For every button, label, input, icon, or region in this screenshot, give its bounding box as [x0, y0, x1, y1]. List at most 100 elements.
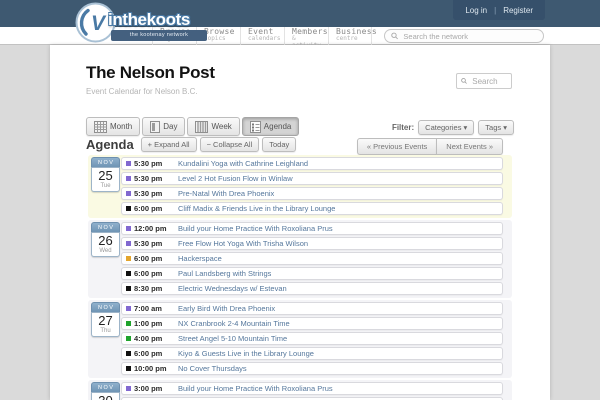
svg-text:V: V: [91, 12, 107, 35]
auth-panel: Log in | Register: [453, 0, 545, 20]
tab-label: Day: [163, 122, 177, 131]
network-search-box: [384, 29, 544, 43]
event-time: 1:00 pm: [134, 319, 168, 328]
event-time: 4:00 pm: [134, 334, 168, 343]
tab-label: Week: [211, 122, 231, 131]
event-title-link[interactable]: Electric Wednesdays w/ Estevan: [178, 284, 287, 293]
date-box[interactable]: NOV 26 Wed: [91, 222, 120, 257]
event-row[interactable]: 6:00 pm Hackerspace: [121, 252, 503, 265]
collapse-all-button[interactable]: − Collapse All: [200, 137, 260, 152]
nav-item-label: Members: [292, 28, 328, 36]
event-row[interactable]: 4:00 pm Street Angel 5-10 Mountain Time: [121, 332, 503, 345]
event-title-link[interactable]: Street Angel 5-10 Mountain Time: [178, 334, 287, 343]
event-title-link[interactable]: Pre-Natal With Drea Phoenix: [178, 189, 274, 198]
page: Log in | Register Browse regions Browse …: [0, 0, 600, 400]
date-box[interactable]: NOV 30 Sun: [91, 382, 120, 400]
date-month: NOV: [91, 382, 120, 392]
nav-item-event-calendars[interactable]: Event calendars: [240, 27, 284, 45]
tab-month[interactable]: Month: [86, 117, 140, 136]
event-title-link[interactable]: Hackerspace: [178, 254, 222, 263]
event-row[interactable]: 8:30 pm Electric Wednesdays w/ Estevan: [121, 282, 503, 295]
date-body: 26 Wed: [91, 232, 120, 257]
event-time: 7:00 am: [134, 304, 168, 313]
event-title-link[interactable]: Level 2 Hot Fusion Flow in Winlaw: [178, 174, 293, 183]
tab-week[interactable]: Week: [187, 117, 239, 136]
event-title-link[interactable]: Build your Home Practice With Roxoliana …: [178, 224, 333, 233]
date-number: 27: [92, 313, 119, 328]
event-row[interactable]: 10:00 pm No Cover Thursdays: [121, 362, 503, 375]
category-color-icon: [126, 336, 131, 341]
page-subtitle: Event Calendar for Nelson B.C.: [86, 87, 198, 96]
date-month: NOV: [91, 157, 120, 167]
site-logo[interactable]: V inthekoots the kootenay network: [75, 2, 209, 46]
event-time: 5:30 pm: [134, 189, 168, 198]
category-color-icon: [126, 351, 131, 356]
event-title-link[interactable]: Build your Home Practice With Roxoliana …: [178, 384, 333, 393]
content-column: The Nelson Post Event Calendar for Nelso…: [50, 45, 550, 400]
calendar-search-input[interactable]: [470, 76, 507, 87]
date-number: 26: [92, 233, 119, 248]
event-time: 5:30 pm: [134, 239, 168, 248]
register-link[interactable]: Register: [503, 6, 533, 15]
auth-divider: |: [494, 6, 496, 15]
event-row[interactable]: 3:00 pm Build your Home Practice With Ro…: [121, 382, 503, 395]
search-icon: [391, 32, 398, 40]
event-title-link[interactable]: Paul Landsberg with Strings: [178, 269, 271, 278]
categories-dropdown-button[interactable]: Categories ▾: [418, 120, 474, 135]
event-row[interactable]: 6:00 pm Kiyo & Guests Live in the Librar…: [121, 347, 503, 360]
event-list: 12:00 pm Build your Home Practice With R…: [121, 222, 503, 295]
event-row[interactable]: 12:00 pm Build your Home Practice With R…: [121, 222, 503, 235]
date-month: NOV: [91, 302, 120, 312]
date-body: 25 Tue: [91, 167, 120, 192]
event-time: 10:00 pm: [134, 364, 168, 373]
event-title-link[interactable]: Free Flow Hot Yoga With Trisha Wilson: [178, 239, 308, 248]
event-row[interactable]: 7:00 am Early Bird With Drea Phoenix: [121, 302, 503, 315]
view-tabs: Month Day Week Agenda: [86, 117, 299, 136]
event-title-link[interactable]: Kiyo & Guests Live in the Library Lounge: [178, 349, 314, 358]
event-title-link[interactable]: NX Cranbrook 2-4 Mountain Time: [178, 319, 290, 328]
category-color-icon: [126, 256, 131, 261]
expand-all-button[interactable]: + Expand All: [141, 137, 197, 152]
nav-item-business-centre[interactable]: Business centre: [328, 27, 372, 45]
category-color-icon: [126, 366, 131, 371]
calendar-search-box: [456, 73, 512, 89]
event-row[interactable]: 6:00 pm Cliff Madix & Friends Live in th…: [121, 202, 503, 215]
category-color-icon: [126, 226, 131, 231]
category-color-icon: [126, 286, 131, 291]
nav-item-members[interactable]: Members & activity: [284, 27, 328, 45]
network-search-input[interactable]: [401, 31, 537, 42]
date-box[interactable]: NOV 25 Tue: [91, 157, 120, 192]
event-title-link[interactable]: Kundalini Yoga with Cathrine Leighland: [178, 159, 308, 168]
date-weekday: Wed: [92, 248, 119, 256]
event-title-link[interactable]: No Cover Thursdays: [178, 364, 247, 373]
category-color-icon: [126, 206, 131, 211]
event-time: 3:00 pm: [134, 384, 168, 393]
event-row[interactable]: 5:30 pm Kundalini Yoga with Cathrine Lei…: [121, 157, 503, 170]
event-row[interactable]: 1:00 pm NX Cranbrook 2-4 Mountain Time: [121, 317, 503, 330]
tags-dropdown-button[interactable]: Tags ▾: [478, 120, 514, 135]
page-title: The Nelson Post: [86, 63, 215, 83]
tab-agenda[interactable]: Agenda: [242, 117, 300, 136]
today-button[interactable]: Today: [262, 137, 296, 152]
category-color-icon: [126, 271, 131, 276]
event-title-link[interactable]: Early Bird With Drea Phoenix: [178, 304, 275, 313]
previous-events-button[interactable]: « Previous Events: [357, 138, 437, 155]
agenda-toolbar: Agenda + Expand All − Collapse All Today: [86, 137, 296, 152]
agenda-day-list: NOV 25 Tue 5:30 pm Kundalini Yoga with C…: [88, 155, 512, 400]
event-list: 7:00 am Early Bird With Drea Phoenix 1:0…: [121, 302, 503, 375]
event-time: 12:00 pm: [134, 224, 168, 233]
event-time: 6:00 pm: [134, 349, 168, 358]
event-row[interactable]: 5:30 pm Free Flow Hot Yoga With Trisha W…: [121, 237, 503, 250]
next-events-button[interactable]: Next Events »: [436, 138, 503, 155]
event-row[interactable]: 5:30 pm Pre-Natal With Drea Phoenix: [121, 187, 503, 200]
tab-day[interactable]: Day: [142, 117, 185, 136]
agenda-heading: Agenda: [86, 137, 134, 152]
date-body: 27 Thu: [91, 312, 120, 337]
login-link[interactable]: Log in: [465, 6, 487, 15]
event-row[interactable]: 6:00 pm Paul Landsberg with Strings: [121, 267, 503, 280]
agenda-day-block: NOV 25 Tue 5:30 pm Kundalini Yoga with C…: [88, 155, 512, 218]
category-color-icon: [126, 386, 131, 391]
event-row[interactable]: 5:30 pm Level 2 Hot Fusion Flow in Winla…: [121, 172, 503, 185]
date-box[interactable]: NOV 27 Thu: [91, 302, 120, 337]
event-title-link[interactable]: Cliff Madix & Friends Live in the Librar…: [178, 204, 335, 213]
